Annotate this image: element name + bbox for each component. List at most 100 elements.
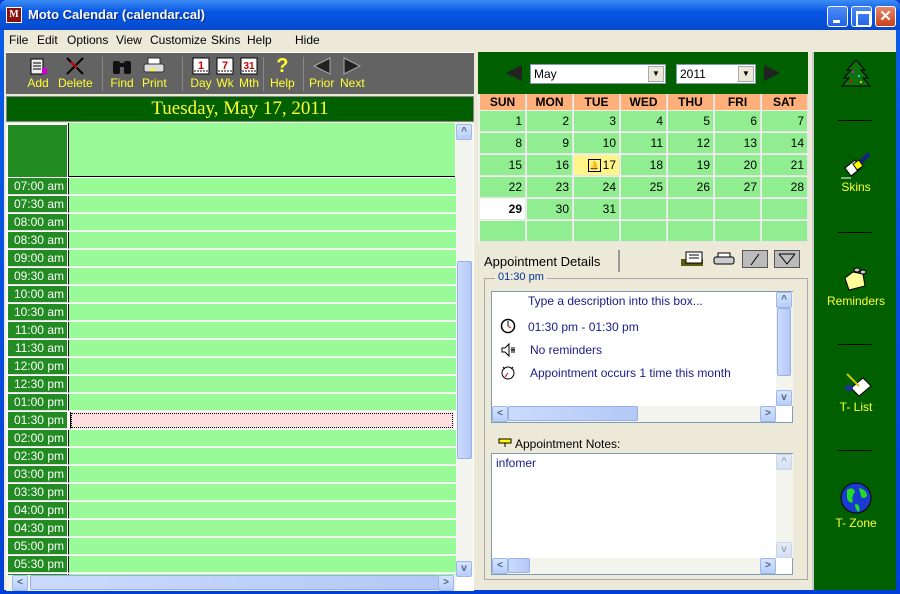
- calendar-day[interactable]: 16: [527, 155, 573, 176]
- collapse-button[interactable]: [774, 250, 800, 268]
- time-slot-cell[interactable]: [68, 340, 456, 357]
- next-button[interactable]: Next: [340, 56, 365, 90]
- time-slot-row[interactable]: 03:00 pm: [8, 466, 456, 484]
- time-slot-row[interactable]: 10:30 am: [8, 304, 456, 322]
- time-slot-row[interactable]: 11:00 am: [8, 322, 456, 340]
- find-button[interactable]: Find: [110, 56, 134, 90]
- calendar-day[interactable]: 8: [480, 133, 526, 154]
- minimize-button[interactable]: [827, 6, 848, 27]
- time-slot-cell[interactable]: [68, 556, 456, 573]
- scroll-thumb[interactable]: [30, 575, 440, 590]
- time-slot-cell[interactable]: [68, 538, 456, 555]
- calendar-day[interactable]: 3: [574, 111, 620, 132]
- scroll-up-button[interactable]: ^: [776, 454, 792, 470]
- sidebar-item-skins[interactable]: Skins: [814, 150, 898, 194]
- description-text[interactable]: Type a description into this box...: [528, 294, 703, 308]
- notes-textarea[interactable]: infomer ^ v < >: [491, 453, 793, 575]
- time-slot-cell[interactable]: [68, 430, 456, 447]
- calendar-day[interactable]: 🔔 17: [574, 155, 620, 176]
- time-slot-row[interactable]: 09:30 am: [8, 268, 456, 286]
- calendar-day[interactable]: 12: [668, 133, 714, 154]
- calendar-day[interactable]: 14: [762, 133, 808, 154]
- time-slot-cell[interactable]: [68, 484, 456, 501]
- calendar-day[interactable]: 22: [480, 177, 526, 198]
- calendar-day[interactable]: 13: [715, 133, 761, 154]
- time-slot-row[interactable]: 02:00 pm: [8, 430, 456, 448]
- calendar-day[interactable]: 25: [621, 177, 667, 198]
- day-view-vertical-scrollbar[interactable]: ^ v: [456, 123, 473, 577]
- menu-view[interactable]: View: [116, 33, 142, 47]
- calendar-day[interactable]: 31: [574, 199, 620, 220]
- calendar-day[interactable]: 30: [527, 199, 573, 220]
- calendar-day[interactable]: 7: [762, 111, 808, 132]
- scroll-thumb[interactable]: [508, 406, 638, 421]
- printer-icon[interactable]: [710, 250, 738, 268]
- calendar-day[interactable]: 20: [715, 155, 761, 176]
- time-slot-row[interactable]: 08:00 am: [8, 214, 456, 232]
- time-slot-row[interactable]: 12:00 pm: [8, 358, 456, 376]
- scroll-down-button[interactable]: v: [776, 390, 792, 406]
- time-slot-row[interactable]: 01:00 pm: [8, 394, 456, 412]
- month-select[interactable]: May ▼: [530, 64, 666, 84]
- time-slot-row[interactable]: 07:30 am: [8, 196, 456, 214]
- scroll-right-button[interactable]: >: [760, 558, 776, 574]
- tab-appointment-details[interactable]: Appointment Details: [478, 250, 620, 272]
- scroll-right-button[interactable]: >: [760, 406, 776, 422]
- scroll-thumb[interactable]: [508, 558, 530, 573]
- time-slot-row[interactable]: 07:00 am: [8, 178, 456, 196]
- calendar-day[interactable]: 18: [621, 155, 667, 176]
- calendar-day[interactable]: 6: [715, 111, 761, 132]
- calendar-day[interactable]: 11: [621, 133, 667, 154]
- menu-hide[interactable]: Hide: [295, 33, 320, 47]
- time-slot-row[interactable]: 01:30 pm: [8, 412, 456, 430]
- scroll-left-button[interactable]: <: [492, 406, 508, 422]
- time-slot-row[interactable]: 02:30 pm: [8, 448, 456, 466]
- scroll-thumb[interactable]: [457, 261, 472, 459]
- time-slot-cell[interactable]: [68, 304, 456, 321]
- delete-button[interactable]: Delete: [58, 56, 93, 90]
- prev-month-arrow-icon[interactable]: [506, 65, 522, 81]
- help-button[interactable]: ? Help: [270, 56, 295, 90]
- time-slot-cell[interactable]: [68, 502, 456, 519]
- calendar-day[interactable]: 4: [621, 111, 667, 132]
- time-slot-row[interactable]: 09:00 am: [8, 250, 456, 268]
- menu-skins[interactable]: Skins: [211, 33, 240, 47]
- time-slot-row[interactable]: 10:00 am: [8, 286, 456, 304]
- calendar-day[interactable]: 29: [480, 199, 526, 220]
- time-slot-row[interactable]: 12:30 pm: [8, 376, 456, 394]
- calendar-day[interactable]: 2: [527, 111, 573, 132]
- all-day-area[interactable]: [68, 123, 455, 177]
- time-slot-cell[interactable]: [68, 250, 456, 267]
- scroll-up-button[interactable]: ^: [776, 292, 792, 308]
- sidebar-item-tlist[interactable]: T- List: [814, 370, 898, 414]
- scroll-up-button[interactable]: ^: [456, 124, 472, 140]
- close-button[interactable]: ✕: [875, 6, 896, 27]
- time-slot-cell[interactable]: [68, 268, 456, 285]
- details-horizontal-scrollbar[interactable]: < >: [492, 406, 776, 422]
- prior-button[interactable]: Prior: [309, 56, 334, 90]
- notebook-icon[interactable]: [678, 250, 706, 268]
- time-slot-row[interactable]: 05:00 pm: [8, 538, 456, 556]
- appointment-details-box[interactable]: Type a description into this box... 01:3…: [491, 291, 793, 423]
- details-vertical-scrollbar[interactable]: ^ v: [776, 292, 793, 406]
- sidebar-item-tzone[interactable]: T- Zone: [814, 482, 898, 530]
- time-slot-cell[interactable]: [68, 394, 456, 411]
- time-slot-cell[interactable]: [68, 448, 456, 465]
- time-slot-cell[interactable]: [68, 466, 456, 483]
- calendar-day[interactable]: 5: [668, 111, 714, 132]
- calendar-day[interactable]: 9: [527, 133, 573, 154]
- time-slot-cell[interactable]: [68, 376, 456, 393]
- scroll-down-button[interactable]: v: [456, 561, 472, 577]
- menu-file[interactable]: File: [9, 33, 28, 47]
- time-slot-row[interactable]: 04:00 pm: [8, 502, 456, 520]
- time-slot-cell[interactable]: [68, 196, 456, 213]
- scroll-left-button[interactable]: <: [12, 575, 28, 591]
- sidebar-item-reminders[interactable]: Reminders: [814, 264, 898, 308]
- time-slot-cell[interactable]: [68, 178, 456, 195]
- year-select[interactable]: 2011 ▼: [676, 64, 756, 84]
- tree-button[interactable]: [814, 58, 898, 93]
- calendar-day[interactable]: 19: [668, 155, 714, 176]
- time-slot-cell[interactable]: [68, 232, 456, 249]
- scroll-thumb[interactable]: [777, 308, 791, 376]
- next-month-arrow-icon[interactable]: [764, 65, 780, 81]
